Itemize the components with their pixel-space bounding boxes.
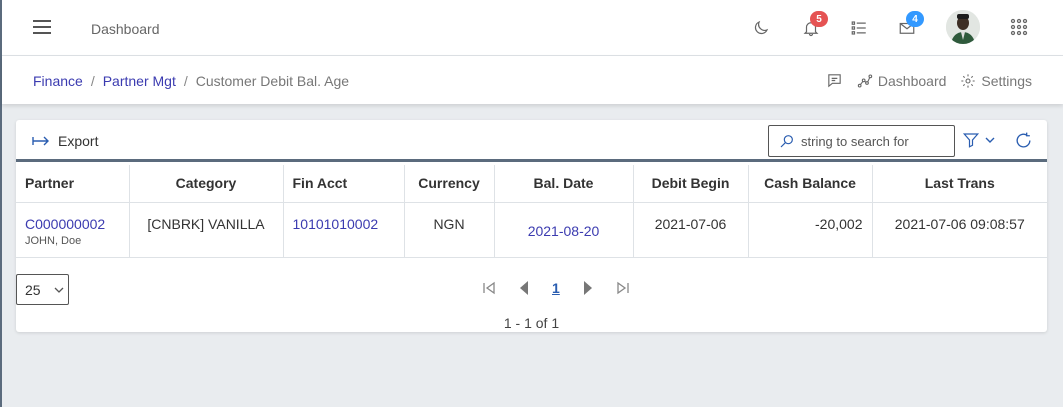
page-size-value: 25 <box>25 281 41 298</box>
column-header-partner[interactable]: Partner <box>16 165 130 203</box>
next-page-button[interactable] <box>582 280 594 296</box>
table-header-row: Partner Category Fin Acct Currency Bal. … <box>16 165 1047 203</box>
cash-balance-cell: -20,002 <box>748 202 873 258</box>
comments-button[interactable] <box>826 72 843 89</box>
column-header-last-trans[interactable]: Last Trans <box>872 165 1047 203</box>
top-bar: Dashboard 5 4 <box>2 0 1063 56</box>
debit-begin-cell: 2021-07-06 <box>633 202 749 258</box>
gear-icon <box>961 73 976 88</box>
column-header-bal-date[interactable]: Bal. Date <box>494 165 634 203</box>
comment-icon <box>828 74 841 88</box>
column-header-debit-begin[interactable]: Debit Begin <box>633 165 749 203</box>
results-table: Partner Category Fin Acct Currency Bal. … <box>16 165 1047 258</box>
refresh-button[interactable] <box>1014 131 1033 153</box>
sub-header: Finance / Partner Mgt / Customer Debit B… <box>2 56 1063 104</box>
next-page-icon <box>583 281 592 295</box>
prev-page-icon <box>520 281 528 295</box>
avatar[interactable] <box>946 10 980 44</box>
table-row: C000000002 JOHN, Doe [CNBRK] VANILLA 101… <box>16 202 1047 258</box>
export-arrow-icon <box>32 136 49 146</box>
search-input[interactable] <box>801 133 951 149</box>
chevron-down-icon <box>54 287 64 293</box>
task-list-icon[interactable] <box>845 14 873 42</box>
graph-icon <box>857 73 873 88</box>
partner-name: JOHN, Doe <box>25 234 82 247</box>
page-size-select[interactable]: 25 <box>16 274 69 305</box>
export-label: Export <box>58 133 99 149</box>
prev-page-button[interactable] <box>518 280 530 296</box>
breadcrumb-separator: / <box>90 73 95 89</box>
filter-icon <box>962 133 980 148</box>
dark-mode-icon[interactable] <box>747 14 775 42</box>
chevron-down-icon <box>985 137 995 143</box>
breadcrumb-partner-mgt[interactable]: Partner Mgt <box>103 73 176 89</box>
bal-date-cell: 2021-08-20 <box>494 202 634 258</box>
currency-cell: NGN <box>404 202 495 258</box>
breadcrumb-current: Customer Debit Bal. Age <box>195 73 350 89</box>
column-header-currency[interactable]: Currency <box>404 165 495 203</box>
settings-link-label: Settings <box>981 72 1032 89</box>
messages-envelope-icon[interactable]: 4 <box>893 11 924 42</box>
search-icon <box>780 135 793 148</box>
page-title: Dashboard <box>91 21 160 37</box>
first-page-icon <box>483 281 495 295</box>
filter-dropdown[interactable] <box>962 131 996 149</box>
last-page-button[interactable] <box>616 281 630 295</box>
column-header-fin-acct[interactable]: Fin Acct <box>283 165 405 203</box>
data-card: Export Partner Category Fin Acct Currenc… <box>16 120 1047 332</box>
notifications-badge: 5 <box>810 11 828 27</box>
dashboard-link[interactable]: Dashboard <box>857 72 947 89</box>
fin-acct-cell: 10101010002 <box>283 202 405 258</box>
dashboard-link-label: Dashboard <box>877 72 947 89</box>
sub-header-actions: Dashboard Settings <box>826 72 1032 89</box>
column-header-cash-balance[interactable]: Cash Balance <box>748 165 873 203</box>
apps-grid-icon[interactable] <box>1005 14 1033 42</box>
category-cell: [CNBRK] VANILLA <box>129 202 284 258</box>
messages-badge: 4 <box>906 11 924 27</box>
page-number-current[interactable]: 1 <box>552 280 560 296</box>
notifications-bell-icon[interactable]: 5 <box>797 11 828 42</box>
first-page-button[interactable] <box>482 281 496 295</box>
pagination: 1 <box>482 280 630 296</box>
bal-date-link[interactable]: 2021-08-20 <box>528 223 600 239</box>
partner-code-link[interactable]: C000000002 <box>25 216 129 232</box>
breadcrumb: Finance / Partner Mgt / Customer Debit B… <box>33 73 349 89</box>
column-header-category[interactable]: Category <box>129 165 284 203</box>
last-trans-cell: 2021-07-06 09:08:57 <box>872 202 1047 258</box>
grid-toolbar: Export <box>16 120 1047 162</box>
partner-cell: C000000002 JOHN, Doe <box>16 202 130 258</box>
breadcrumb-finance[interactable]: Finance <box>33 73 83 89</box>
search-box <box>768 125 955 157</box>
refresh-icon <box>1016 132 1031 148</box>
menu-toggle-icon[interactable] <box>33 20 51 34</box>
settings-link[interactable]: Settings <box>960 73 1032 89</box>
pagination-range-text: 1 - 1 of 1 <box>503 315 560 331</box>
breadcrumb-separator: / <box>183 73 188 89</box>
export-button[interactable]: Export <box>32 133 98 149</box>
fin-acct-link[interactable]: 10101010002 <box>293 216 379 232</box>
last-page-icon <box>617 281 629 295</box>
